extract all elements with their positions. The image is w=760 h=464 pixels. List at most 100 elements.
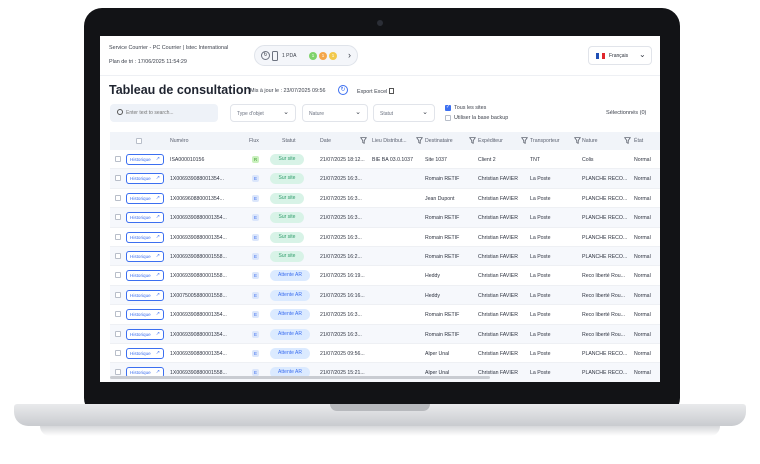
top-header: Service Courrier - PC Courrier | Istec I… <box>100 36 660 76</box>
table-row[interactable]: Historique ↗ 1X006939088000155​8... 21/07/2… <box>110 363 660 382</box>
pda-count-yellow: 1 <box>329 52 337 60</box>
row-checkbox[interactable] <box>115 156 121 162</box>
history-button[interactable]: Historique ↗ <box>126 154 164 165</box>
pda-status-pill[interactable]: ↻ 1 PDA 1 1 1 › <box>254 45 358 66</box>
select-all-checkbox[interactable] <box>136 138 142 144</box>
cell-etat: Normal <box>634 292 651 299</box>
history-button[interactable]: Historique ↗ <box>126 192 164 204</box>
row-checkbox[interactable] <box>115 194 121 201</box>
cell-numero: 1X006939088000135​4... <box>170 351 227 357</box>
filter-funnel-icon[interactable] <box>521 137 528 144</box>
column-header[interactable]: Transporteur <box>530 138 560 144</box>
cell-expediteur: Christian FAVIER <box>478 292 518 299</box>
table-row[interactable]: Historique ↗ 1X00693908800135​4... 21/07/20… <box>110 169 660 189</box>
cell-etat: Normal <box>634 215 651 222</box>
external-link-icon: ↗ <box>155 156 160 162</box>
cell-transporteur: La Poste <box>530 351 551 357</box>
filter-funnel-icon[interactable] <box>574 137 581 144</box>
history-button[interactable]: Historique ↗ <box>126 289 164 301</box>
cell-transporteur: La Poste <box>530 292 551 299</box>
horizontal-scrollbar[interactable] <box>110 376 490 379</box>
cell-nature: Reco liberté Rou... <box>582 331 625 338</box>
cell-expediteur: Christian FAVIER <box>478 273 518 280</box>
nature-placeholder: Nature <box>309 111 325 117</box>
table-row[interactable]: Historique ↗ 1X006939088000155​8... 21/07/2… <box>110 247 660 267</box>
row-checkbox[interactable] <box>115 253 121 259</box>
history-button[interactable]: Historique ↗ <box>126 212 164 224</box>
filter-funnel-icon[interactable] <box>416 137 423 144</box>
tous-sites-checkbox[interactable] <box>445 104 451 111</box>
statut-placeholder: Statut <box>380 111 394 117</box>
cell-nature: Reco liberté Rou... <box>582 312 625 319</box>
flux-badge: E <box>252 291 259 299</box>
type-objet-select[interactable]: Type d'objet ⌄ <box>230 104 296 122</box>
history-button[interactable]: Historique ↗ <box>126 173 164 185</box>
column-header[interactable]: Nature <box>582 138 598 144</box>
flux-badge: E <box>252 350 259 357</box>
pda-count-orange: 1 <box>319 52 327 60</box>
chevron-right-icon[interactable]: › <box>348 50 351 60</box>
column-header[interactable]: Lieu Distribut... <box>372 138 407 144</box>
cell-numero: 1X006939088000135​4... <box>170 234 227 241</box>
statut-select[interactable]: Statut ⌄ <box>373 104 435 122</box>
table-row[interactable]: Historique ↗ 1X006939088000135​4... 21/07/2… <box>110 344 660 364</box>
table-row[interactable]: Historique ↗ 1X006939088000155​8... 21/07/2… <box>110 266 660 286</box>
search-box[interactable] <box>110 104 218 122</box>
column-header[interactable]: Destinataire <box>425 138 453 144</box>
refresh-button[interactable]: ↻ <box>338 85 348 95</box>
search-input[interactable] <box>126 107 214 119</box>
status-badge: Attente AR <box>270 328 310 340</box>
history-button[interactable]: Historique ↗ <box>126 231 164 243</box>
table-row[interactable]: Historique ↗ 1X006939088000135​4... 21/07/2… <box>110 324 660 344</box>
plan-label: Plan de tri : 17/06/2025 11:54:29 <box>109 59 187 65</box>
column-header[interactable]: Flux <box>249 138 259 144</box>
cell-expediteur: Christian FAVIER <box>478 176 518 183</box>
row-checkbox[interactable] <box>115 214 121 221</box>
table-row[interactable]: Historique ↗ ISA000010156 21/07/2025 18:12.… <box>110 150 660 170</box>
table-row[interactable]: Historique ↗ 1X006939088000135​4... 21/07/2… <box>110 228 660 247</box>
table-row[interactable]: Historique ↗ 1X007500588000155​8... 21/07/2… <box>110 285 660 306</box>
filter-funnel-icon[interactable] <box>624 137 631 144</box>
base-backup-checkbox[interactable] <box>445 115 451 121</box>
column-header[interactable]: Statut <box>282 138 296 144</box>
history-button[interactable]: Historique ↗ <box>126 328 164 340</box>
history-button[interactable]: Historique ↗ <box>126 348 164 359</box>
status-badge: Sur site <box>270 192 304 204</box>
column-header[interactable]: Date <box>320 138 331 144</box>
cell-numero: 1X006960880001354... <box>170 195 224 202</box>
row-checkbox[interactable] <box>115 330 121 337</box>
cell-destinataire: Jean Dupont <box>425 195 455 202</box>
cell-date: 21/07/2025 16:3... <box>320 176 362 183</box>
row-checkbox[interactable] <box>115 233 121 240</box>
export-excel-link[interactable]: Export Excel <box>357 88 395 95</box>
history-button[interactable]: Historique ↗ <box>126 270 164 282</box>
row-checkbox[interactable] <box>115 369 121 376</box>
language-select[interactable]: Français ⌄ <box>588 46 652 65</box>
row-checkbox[interactable] <box>115 311 121 318</box>
chevron-down-icon: ⌄ <box>422 109 428 116</box>
table-row[interactable]: Historique ↗ 1X006939088000135​4... 21/07/2… <box>110 208 660 228</box>
row-checkbox[interactable] <box>115 350 121 356</box>
column-header[interactable]: État <box>634 138 643 144</box>
cell-expediteur: Christian FAVIER <box>478 234 518 241</box>
nature-select[interactable]: Nature ⌄ <box>302 104 368 122</box>
filter-funnel-icon[interactable] <box>469 137 476 144</box>
history-button[interactable]: Historique ↗ <box>126 309 164 321</box>
cell-numero: 1X006939088000135​4... <box>170 331 227 338</box>
table-row[interactable]: Historique ↗ 1X006939088000135​4... 21/07/2… <box>110 305 660 325</box>
document-icon <box>389 88 395 94</box>
column-header[interactable]: Expéditeur <box>478 138 503 144</box>
cell-destinataire: Romain RETIF <box>425 331 460 338</box>
row-checkbox[interactable] <box>115 291 121 298</box>
cell-transporteur: La Poste <box>530 176 551 183</box>
cell-transporteur: La Poste <box>530 312 551 319</box>
history-label: Historique <box>130 215 151 221</box>
history-button[interactable]: Historique ↗ <box>126 251 164 262</box>
cell-date: 21/07/2025 18:12... <box>320 157 365 163</box>
filter-funnel-icon[interactable] <box>360 137 367 144</box>
row-checkbox[interactable] <box>115 272 121 279</box>
column-header[interactable]: Numéro <box>170 138 188 144</box>
history-label: Historique <box>130 351 151 356</box>
table-row[interactable]: Historique ↗ 1X006960880001354... 21/07/202… <box>110 189 660 209</box>
row-checkbox[interactable] <box>115 175 121 182</box>
